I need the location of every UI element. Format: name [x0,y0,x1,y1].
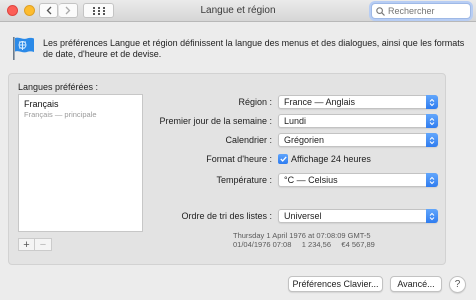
time-format-label: Format d'heure : [206,154,272,164]
keyboard-preferences-button[interactable]: Préférences Clavier... [288,276,383,292]
add-language-button[interactable]: + [18,238,35,251]
search-input[interactable] [388,6,468,16]
checkmark-icon [279,156,287,162]
first-day-popup[interactable]: Lundi [278,114,438,128]
updown-arrows-icon [426,114,438,128]
first-day-label: Premier jour de la semaine : [159,116,272,126]
checkbox-24h-label: Affichage 24 heures [291,154,371,164]
flag-icon [13,37,34,60]
first-day-value: Lundi [284,116,307,126]
region-label: Région : [238,97,272,107]
updown-arrows-icon [426,133,438,147]
calendar-label: Calendrier : [225,135,272,145]
description-text: Les préférences Langue et région définis… [43,38,465,59]
temperature-label: Température : [216,175,272,185]
sample-format-line: 01/04/1976 07:08 1 234,56 €4 567,89 [233,240,375,249]
checkbox-24h[interactable] [278,154,288,164]
sort-order-value: Universel [284,211,322,221]
preferred-languages-label: Langues préférées : [18,82,99,92]
region-popup[interactable]: France — Anglais [278,95,438,109]
updown-arrows-icon [426,173,438,187]
sort-order-label: Ordre de tri des listes : [181,211,272,221]
help-button[interactable]: ? [449,276,466,293]
advanced-button[interactable]: Avancé... [390,276,442,292]
time-format-24h[interactable]: Affichage 24 heures [278,154,371,164]
updown-arrows-icon [426,209,438,223]
calendar-value: Grégorien [284,135,325,145]
temperature-popup[interactable]: °C — Celsius [278,173,438,187]
sample-date-line: Thursday 1 April 1976 at 07:08:09 GMT-5 [233,231,371,240]
calendar-popup[interactable]: Grégorien [278,133,438,147]
title-bar: Langue et région [0,0,476,22]
sort-order-popup[interactable]: Universel [278,209,438,223]
add-remove-controls: + − [18,238,52,251]
remove-language-button[interactable]: − [35,238,52,251]
search-icon [376,6,385,16]
region-value: France — Anglais [284,97,356,107]
search-field[interactable] [371,3,471,19]
temperature-value: °C — Celsius [284,175,338,185]
updown-arrows-icon [426,95,438,109]
